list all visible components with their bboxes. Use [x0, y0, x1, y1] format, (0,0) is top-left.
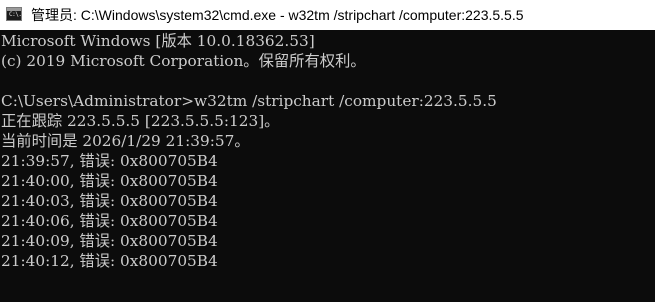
console-line: Microsoft Windows [版本 10.0.18362.53]	[1, 32, 315, 50]
console-line: 正在跟踪 223.5.5.5 [223.5.5.5:123]。	[1, 112, 280, 130]
console-line: 21:40:06, 错误: 0x800705B4	[1, 212, 218, 230]
console-line: 21:40:03, 错误: 0x800705B4	[1, 192, 218, 210]
title-bar[interactable]: C:\. 管理员: C:\Windows\system32\cmd.exe - …	[0, 0, 655, 30]
console-line: C:\Users\Administrator>w32tm /stripchart…	[1, 92, 497, 110]
cmd-icon-label: C:\.	[9, 11, 22, 18]
cmd-icon[interactable]: C:\.	[6, 7, 22, 21]
console-line: 21:40:00, 错误: 0x800705B4	[1, 172, 218, 190]
console-line: (c) 2019 Microsoft Corporation。保留所有权利。	[1, 52, 366, 70]
window-title: 管理员: C:\Windows\system32\cmd.exe - w32tm…	[31, 7, 524, 23]
console-line: 当前时间是 2026/1/29 21:39:57。	[1, 132, 250, 150]
console-line: 21:40:09, 错误: 0x800705B4	[1, 232, 218, 250]
console-line: 21:39:57, 错误: 0x800705B4	[1, 152, 218, 170]
console-line: 21:40:12, 错误: 0x800705B4	[1, 252, 218, 270]
console-output[interactable]: Microsoft Windows [版本 10.0.18362.53] (c)…	[0, 31, 655, 302]
cmd-window: C:\. 管理员: C:\Windows\system32\cmd.exe - …	[0, 0, 655, 302]
